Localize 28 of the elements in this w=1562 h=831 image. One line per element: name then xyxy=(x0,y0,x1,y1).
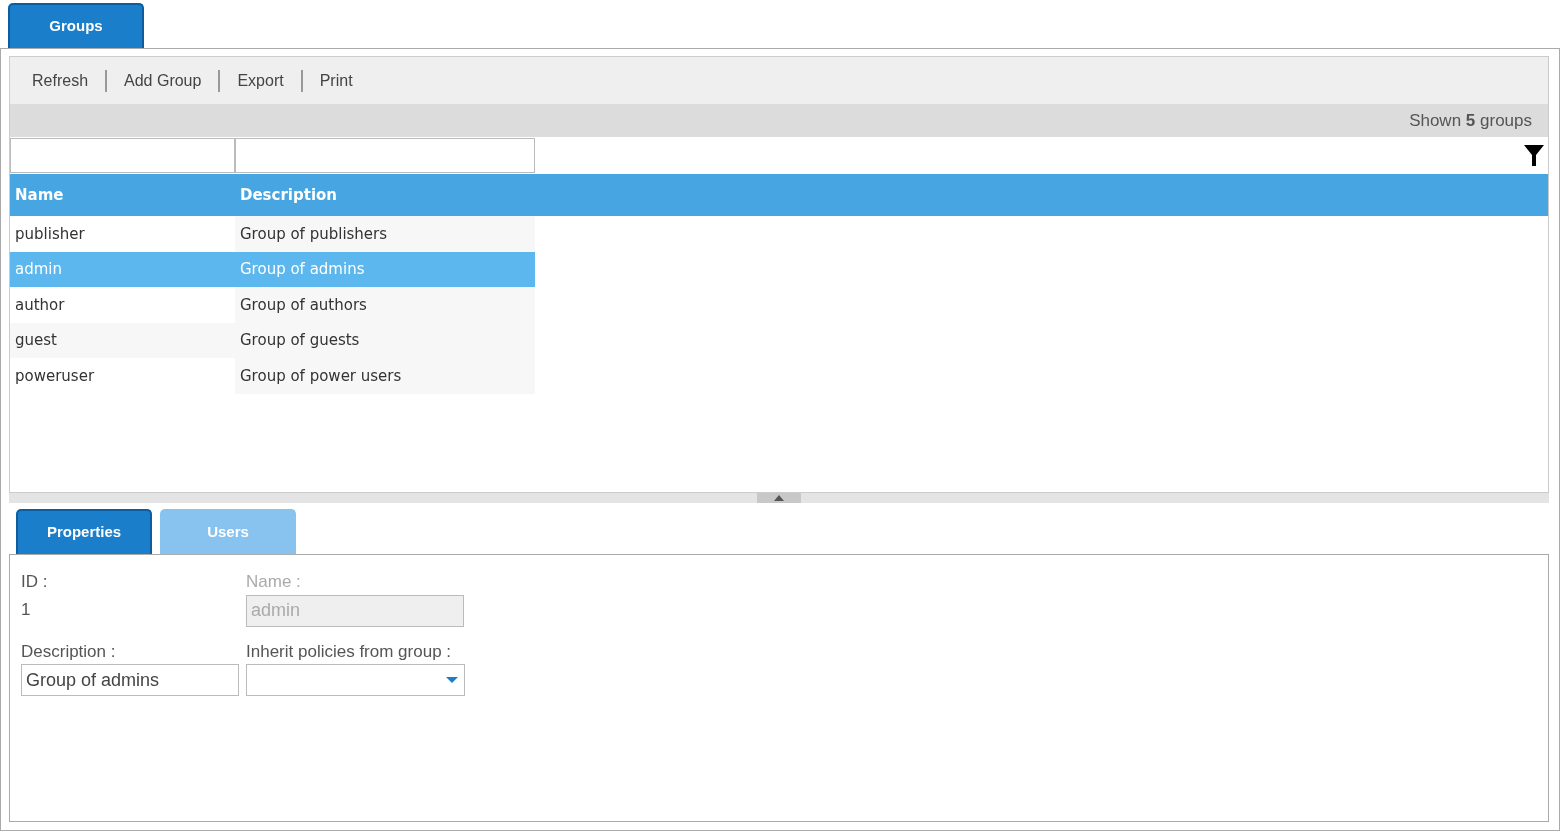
toolbar-button[interactable]: Refresh xyxy=(24,68,97,93)
toolbar-button[interactable]: Add Group xyxy=(116,68,210,93)
field-label: Description : xyxy=(21,640,117,663)
field-label: ID : xyxy=(21,571,49,593)
tab[interactable]: Properties xyxy=(16,509,152,554)
description-field[interactable]: Group of admins xyxy=(21,664,239,696)
filter-icon[interactable] xyxy=(1524,145,1544,166)
filter-field[interactable] xyxy=(10,138,235,173)
table-cell[interactable]: Group of authors xyxy=(235,287,535,323)
group-count-text: Shown 5 groups xyxy=(1409,109,1532,132)
collapse-arrow-icon xyxy=(774,495,784,501)
toolbar-button[interactable]: Export xyxy=(229,68,292,93)
toolbar-button[interactable]: Print xyxy=(311,68,361,93)
group-dropdown[interactable] xyxy=(246,664,465,696)
table-cell[interactable]: Group of power users xyxy=(235,358,535,394)
table-cell[interactable]: author xyxy=(10,287,235,323)
tab[interactable]: Groups xyxy=(8,3,144,48)
caret-icon xyxy=(446,677,458,683)
splitter-handle[interactable] xyxy=(757,493,801,503)
field-label: Name : xyxy=(246,571,302,593)
table-cell[interactable]: poweruser xyxy=(10,358,235,394)
filter-field[interactable] xyxy=(235,138,535,173)
table-cell[interactable]: Group of publishers xyxy=(235,216,535,252)
table-cell[interactable]: publisher xyxy=(10,216,235,252)
field-label: Inherit policies from group : xyxy=(246,640,453,663)
table-cell[interactable]: Group of guests xyxy=(235,322,535,358)
id-value: 1 xyxy=(21,598,32,621)
table-cell[interactable]: guest xyxy=(10,322,235,358)
